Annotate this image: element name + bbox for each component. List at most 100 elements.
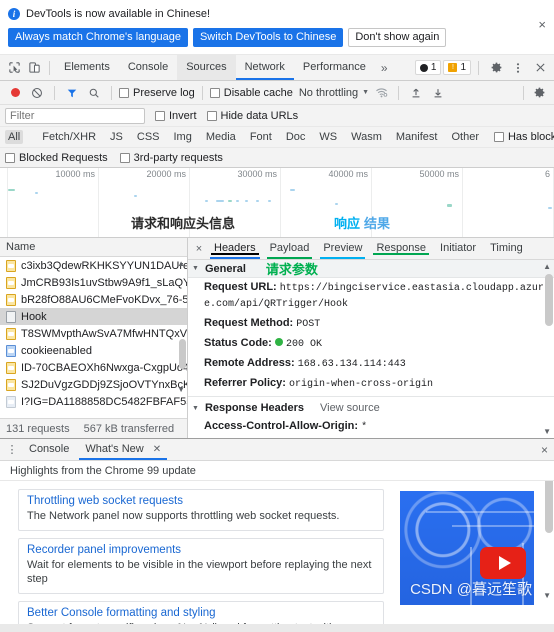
banner-close-icon[interactable]: × [538,18,546,31]
type-filter-media[interactable]: Media [203,130,239,144]
column-header-name[interactable]: Name [0,238,187,257]
type-filter-doc[interactable]: Doc [283,130,309,144]
table-row[interactable]: SJ2DuVgzGDDj9ZSjoOVTYnxBcKC [0,376,187,393]
scroll-up-icon[interactable]: ▲ [543,262,551,271]
search-input[interactable] [5,107,145,124]
tab-timing[interactable]: Timing [483,238,530,259]
network-settings-gear-icon[interactable] [529,83,549,103]
type-filter-ws[interactable]: WS [316,130,340,144]
drawer-close-icon[interactable]: × [541,443,548,457]
drawer-tab-whats-new[interactable]: What's New ✕ [77,439,169,460]
blocked-requests-checkbox[interactable]: Blocked Requests [5,152,108,164]
filter-funnel-icon[interactable] [62,83,82,103]
throttling-dropdown[interactable]: No throttling ▼ [299,87,369,99]
more-tabs-icon[interactable]: » [375,61,394,75]
whats-new-body[interactable]: Throttling web socket requests The Netwo… [0,481,554,624]
third-party-requests-checkbox[interactable]: 3rd-party requests [119,152,223,164]
list-item[interactable]: Recorder panel improvements Wait for ele… [18,538,384,594]
drawer-tab-console[interactable]: Console [21,439,77,460]
gear-icon[interactable] [486,58,506,78]
type-filter-wasm[interactable]: Wasm [348,130,385,144]
scroll-down-icon[interactable]: ▼ [543,427,551,436]
table-row[interactable]: cookieenabled [0,342,187,359]
card-title[interactable]: Throttling web socket requests [27,495,375,507]
disable-cache-checkbox[interactable]: Disable cache [209,87,293,99]
close-icon[interactable] [530,58,550,78]
card-description: Support format specifiers (e.g. %s, %d) … [27,621,375,624]
youtube-video-thumbnail[interactable]: CSDN @暮远笙歌 [400,491,534,605]
type-filter-other[interactable]: Other [448,130,482,144]
scroll-down-icon[interactable]: ▼ [543,591,551,600]
import-har-icon[interactable] [406,83,426,103]
card-title[interactable]: Better Console formatting and styling [27,607,375,619]
type-filter-manifest[interactable]: Manifest [393,130,441,144]
header-value: origin-when-cross-origin [289,379,434,390]
headers-content[interactable]: ▼ General 请求参数 Request URL: https://bing… [188,260,554,438]
scrollbar-thumb[interactable] [545,274,553,326]
request-list-scrollbar[interactable] [179,339,186,369]
view-source-link[interactable]: View source [320,402,380,414]
table-row[interactable]: I?IG=DA1188858DC5482FBFAF55 [0,393,187,410]
type-filter-js[interactable]: JS [107,130,126,144]
search-icon[interactable] [84,83,104,103]
card-title[interactable]: Recorder panel improvements [27,544,375,556]
hide-data-urls-checkbox[interactable]: Hide data URLs [206,110,298,122]
scrollbar-thumb[interactable] [545,481,553,533]
drawer-scrollbar[interactable]: ▲ ▼ [543,481,553,622]
request-list[interactable]: c3ixb3QdewRKHKSYYUN1DAUrel JmCRB93Is1uvS… [0,257,187,418]
inspect-element-icon[interactable] [4,58,24,78]
response-headers-section-header[interactable]: ▼ Response Headers View source [188,399,554,417]
has-blocked-cookies-checkbox[interactable]: Has blocked cookies [493,131,554,143]
table-row-selected[interactable]: Hook [0,308,187,325]
checkbox-box [119,152,130,163]
device-toolbar-icon[interactable] [24,58,44,78]
general-section-header[interactable]: ▼ General 请求参数 [188,260,554,278]
info-icon: i [8,8,20,20]
type-filter-img[interactable]: Img [171,130,195,144]
table-row[interactable]: bR28fO88AU6CMeFvoKDvx_76-5 [0,291,187,308]
dont-show-again-button[interactable]: Don't show again [348,28,447,47]
scroll-down-icon[interactable]: ▼ [177,385,185,394]
checkbox-box [119,87,129,98]
tab-performance[interactable]: Performance [294,55,375,80]
more-vertical-icon[interactable] [508,58,528,78]
drawer-more-vertical-icon[interactable]: ⋮ [3,443,21,456]
always-match-language-button[interactable]: Always match Chrome's language [8,28,188,47]
details-scrollbar[interactable]: ▲ ▼ [543,262,553,436]
type-filter-font[interactable]: Font [247,130,275,144]
scroll-up-icon[interactable]: ▲ [177,259,185,268]
export-har-icon[interactable] [428,83,448,103]
general-section-title: General [204,262,246,275]
table-row[interactable]: T8SWMvpthAwSvA7MfwHNTQxV [0,325,187,342]
tab-payload[interactable]: Payload [263,238,317,259]
close-tab-icon[interactable]: ✕ [153,444,161,455]
network-conditions-icon[interactable] [371,83,391,103]
tab-network[interactable]: Network [235,55,295,80]
list-item[interactable]: Throttling web socket requests The Netwo… [18,489,384,531]
tab-initiator[interactable]: Initiator [433,238,483,259]
error-count-badge[interactable]: 1 [414,60,442,75]
tab-console[interactable]: Console [119,55,177,80]
type-filter-css[interactable]: CSS [134,130,163,144]
invert-checkbox[interactable]: Invert [155,110,197,122]
preserve-log-checkbox[interactable]: Preserve log [119,87,195,99]
network-overview-timeline[interactable]: 10000 ms 20000 ms 30000 ms 40000 ms 5000… [0,168,554,238]
tab-preview[interactable]: Preview [316,238,369,259]
tab-response[interactable]: Response [369,238,433,259]
tab-elements[interactable]: Elements [55,55,119,80]
record-stop-icon[interactable] [5,83,25,103]
type-filter-all[interactable]: All [5,130,24,144]
warning-count-badge[interactable]: ! 1 [443,60,471,75]
switch-to-chinese-button[interactable]: Switch DevTools to Chinese [192,28,344,47]
type-filter-fetch-xhr[interactable]: Fetch/XHR [39,130,99,144]
close-details-icon[interactable]: × [191,243,207,255]
table-row[interactable]: c3ixb3QdewRKHKSYYUN1DAUrel [0,257,187,274]
table-row[interactable]: JmCRB93Is1uvStbw9A9f1_sLaQYJ [0,274,187,291]
clear-icon[interactable] [27,83,47,103]
tab-headers[interactable]: Headers [207,238,263,259]
youtube-play-icon[interactable] [480,547,526,579]
table-row[interactable]: ID-70CBAEOXh6Nwxga-CxgpUo4 [0,359,187,376]
tick-label: 6 [544,169,550,179]
list-item[interactable]: Better Console formatting and styling Su… [18,601,384,624]
tab-sources[interactable]: Sources [177,55,236,80]
